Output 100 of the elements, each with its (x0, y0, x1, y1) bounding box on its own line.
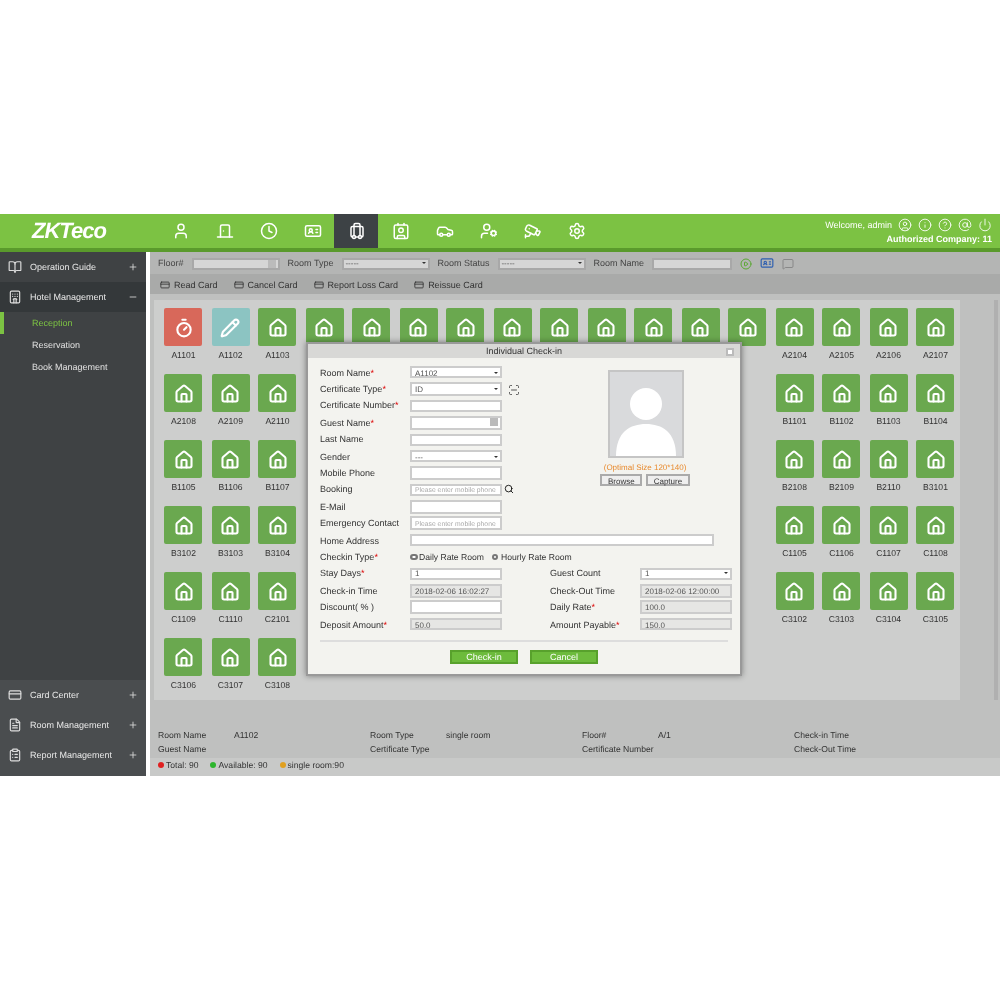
room-tile[interactable] (869, 308, 908, 346)
house-icon (643, 317, 664, 337)
room-tile[interactable] (211, 572, 250, 610)
input-field[interactable] (651, 257, 732, 269)
input-field[interactable] (410, 433, 502, 446)
house-icon (408, 317, 429, 337)
room-tile[interactable] (211, 440, 250, 478)
house-icon (831, 449, 852, 469)
clock-icon (259, 222, 277, 240)
house-icon (502, 317, 523, 337)
house-icon (173, 647, 194, 667)
room-tile[interactable] (164, 440, 203, 478)
scan-icon[interactable] (508, 383, 520, 396)
room-tile[interactable] (164, 638, 203, 676)
room-tile[interactable] (916, 572, 955, 610)
room-tile[interactable] (258, 572, 297, 610)
house-icon (925, 581, 946, 601)
room-tile[interactable] (869, 440, 908, 478)
room-tile[interactable] (916, 374, 955, 412)
room-tile[interactable] (822, 308, 861, 346)
card-icon[interactable] (759, 256, 774, 270)
house-icon (267, 317, 288, 337)
hotel-icon (8, 290, 22, 304)
room-tile[interactable] (164, 308, 203, 346)
logo: ZKTeco (29, 219, 109, 243)
input-field[interactable] (410, 416, 502, 430)
room-tile[interactable] (822, 572, 861, 610)
room-tile[interactable] (211, 308, 250, 346)
room-tile[interactable] (728, 308, 767, 346)
house-icon (784, 449, 805, 469)
house-icon (173, 449, 194, 469)
room-tile[interactable] (164, 374, 203, 412)
user-icon[interactable] (898, 218, 912, 232)
room-tile[interactable] (916, 506, 955, 544)
room-tile[interactable] (916, 308, 955, 346)
room-tile[interactable] (822, 374, 861, 412)
house-icon (267, 515, 288, 535)
info-icon[interactable] (918, 218, 932, 232)
settings-icon (567, 222, 585, 240)
room-tile[interactable] (869, 572, 908, 610)
house-icon (549, 317, 570, 337)
input-field[interactable] (410, 399, 502, 413)
house-icon (878, 317, 899, 337)
house-icon (173, 581, 194, 601)
house-icon (173, 383, 194, 403)
room-tile[interactable] (822, 506, 861, 544)
room-tile[interactable] (775, 572, 814, 610)
house-icon (878, 449, 899, 469)
input-field[interactable] (410, 500, 502, 514)
room-tile[interactable] (916, 440, 955, 478)
input-field[interactable] (410, 466, 502, 480)
room-tile[interactable] (822, 440, 861, 478)
room-tile[interactable] (305, 308, 344, 346)
message-icon[interactable] (781, 257, 794, 269)
floor-field[interactable] (191, 257, 280, 269)
power-icon[interactable] (978, 218, 992, 232)
room-tile[interactable] (775, 440, 814, 478)
car-icon (435, 222, 453, 240)
room-tile[interactable] (869, 506, 908, 544)
luggage-icon (347, 222, 365, 240)
room-tile[interactable] (775, 308, 814, 346)
room-tile[interactable] (258, 638, 297, 676)
at-icon[interactable] (958, 218, 972, 232)
house-icon (361, 317, 382, 337)
expand-icon (128, 262, 138, 272)
expand-icon (128, 750, 138, 760)
input-field[interactable] (410, 600, 502, 614)
house-icon (925, 515, 946, 535)
room-tile[interactable] (258, 506, 297, 544)
expand-icon (128, 690, 138, 700)
clipboard-icon (8, 748, 22, 762)
house-icon (784, 515, 805, 535)
luggage-tab[interactable] (334, 214, 378, 248)
document-icon (8, 718, 22, 732)
search-icon[interactable] (504, 484, 514, 495)
house-icon (737, 317, 758, 337)
room-tile[interactable] (211, 638, 250, 676)
room-tile[interactable] (211, 374, 250, 412)
house-icon (878, 515, 899, 535)
room-tile[interactable] (775, 506, 814, 544)
house-icon (220, 449, 241, 469)
room-tile[interactable] (164, 572, 203, 610)
pencil-icon (220, 317, 241, 337)
house-icon (925, 317, 946, 337)
room-tile[interactable] (869, 374, 908, 412)
house-icon (784, 383, 805, 403)
help-icon[interactable] (938, 218, 952, 232)
contact-card-icon (391, 222, 409, 240)
room-tile[interactable] (258, 308, 297, 346)
card-icon (233, 279, 244, 289)
door-icon (215, 222, 233, 240)
room-tile[interactable] (211, 506, 250, 544)
camera-icon (523, 222, 541, 240)
room-tile[interactable] (258, 440, 297, 478)
address-field[interactable] (410, 533, 714, 547)
room-tile[interactable] (775, 374, 814, 412)
room-tile[interactable] (258, 374, 297, 412)
house-icon (267, 581, 288, 601)
close-button[interactable] (726, 347, 734, 355)
room-tile[interactable] (164, 506, 203, 544)
